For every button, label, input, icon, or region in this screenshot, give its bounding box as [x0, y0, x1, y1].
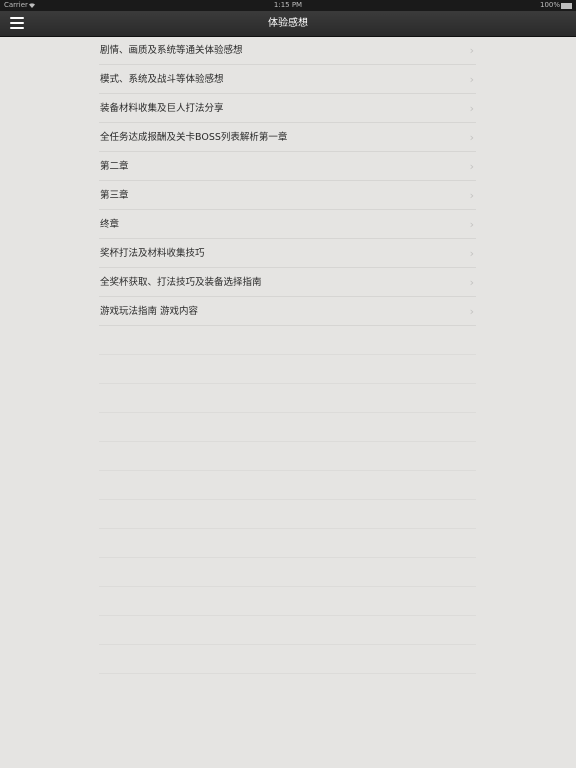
list-item[interactable]: 剧情、画质及系统等通关体验感想 › [99, 36, 476, 65]
empty-row-separator [99, 355, 476, 384]
status-time: 1:15 PM [273, 1, 303, 9]
list-item[interactable]: 游戏玩法指南 游戏内容 › [99, 297, 476, 326]
navigation-bar: 体验感想 [0, 11, 576, 37]
chevron-right-icon: › [469, 44, 474, 57]
empty-row-separator [99, 413, 476, 442]
empty-row-separator [99, 645, 476, 674]
empty-row-separator [99, 558, 476, 587]
chevron-right-icon: › [469, 102, 474, 115]
chevron-right-icon: › [469, 73, 474, 86]
status-bar: Carrier 1:15 PM 100% [0, 0, 576, 11]
list-item[interactable]: 全奖杯获取、打法技巧及装备选择指南 › [99, 268, 476, 297]
chevron-right-icon: › [469, 276, 474, 289]
list-item[interactable]: 奖杯打法及材料收集技巧 › [99, 239, 476, 268]
list-item-label: 游戏玩法指南 游戏内容 [100, 306, 199, 317]
empty-row-separator [99, 500, 476, 529]
battery-icon [561, 3, 572, 9]
empty-row-separator [99, 384, 476, 413]
chevron-right-icon: › [469, 160, 474, 173]
list-item[interactable]: 第三章 › [99, 181, 476, 210]
list-item-label: 奖杯打法及材料收集技巧 [100, 248, 205, 259]
list-item[interactable]: 终章 › [99, 210, 476, 239]
list-item-label: 全任务达成报酬及关卡BOSS列表解析第一章 [100, 132, 288, 143]
chevron-right-icon: › [469, 189, 474, 202]
list-item-label: 模式、系统及战斗等体验感想 [100, 74, 224, 85]
list-item-label: 第三章 [100, 190, 129, 201]
list-item[interactable]: 第二章 › [99, 152, 476, 181]
list-item-label: 装备材料收集及巨人打法分享 [100, 103, 224, 114]
empty-row-separator [99, 616, 476, 645]
list-item[interactable]: 模式、系统及战斗等体验感想 › [99, 65, 476, 94]
empty-row-separator [99, 442, 476, 471]
chevron-right-icon: › [469, 305, 474, 318]
chevron-right-icon: › [469, 247, 474, 260]
list-item-label: 剧情、画质及系统等通关体验感想 [100, 45, 243, 56]
empty-row-separator [99, 529, 476, 558]
battery-percent: 100% [539, 1, 560, 9]
chevron-right-icon: › [469, 218, 474, 231]
list-item-label: 第二章 [100, 161, 129, 172]
chevron-right-icon: › [469, 131, 474, 144]
empty-row-separator [99, 326, 476, 355]
empty-row-separator [99, 471, 476, 500]
list-item-label: 全奖杯获取、打法技巧及装备选择指南 [100, 277, 262, 288]
page-title: 体验感想 [268, 18, 308, 29]
list-item-label: 终章 [100, 219, 120, 230]
article-list: 剧情、画质及系统等通关体验感想 › 模式、系统及战斗等体验感想 › 装备材料收集… [99, 36, 476, 674]
list-item[interactable]: 全任务达成报酬及关卡BOSS列表解析第一章 › [99, 123, 476, 152]
list-item[interactable]: 装备材料收集及巨人打法分享 › [99, 94, 476, 123]
empty-row-separator [99, 587, 476, 616]
